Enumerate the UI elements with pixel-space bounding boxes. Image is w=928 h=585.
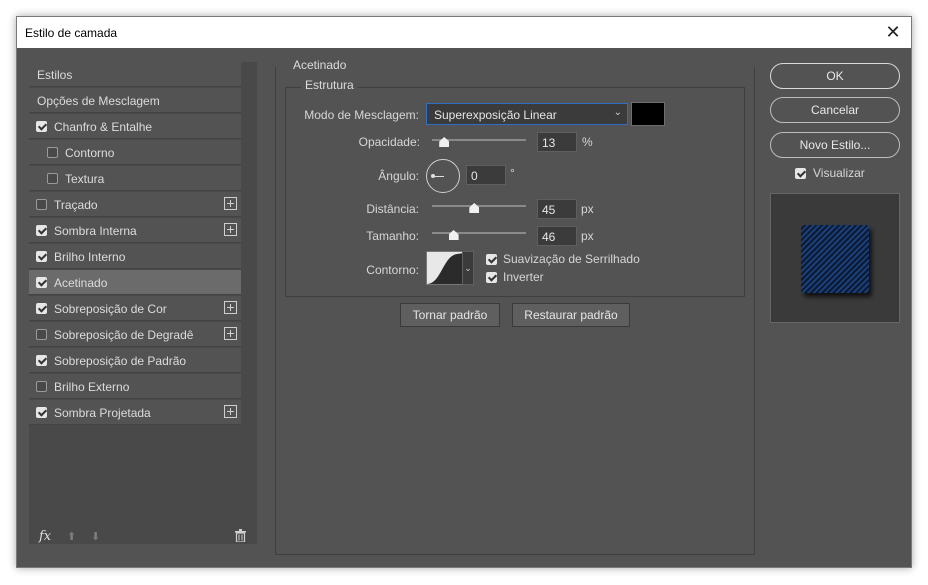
- cancel-button[interactable]: Cancelar: [770, 97, 900, 123]
- sidebar-item[interactable]: Textura: [29, 166, 241, 191]
- sidebar-item-label: Chanfro & Entalhe: [54, 120, 153, 134]
- distance-value: 45: [542, 203, 556, 217]
- contour-dropdown-icon[interactable]: ⌄: [462, 251, 474, 285]
- angle-value: 0: [471, 169, 478, 183]
- invert-checkbox[interactable]: [486, 272, 497, 283]
- distance-input[interactable]: 45: [537, 199, 577, 219]
- new-style-button[interactable]: Novo Estilo...: [770, 132, 900, 158]
- styles-footer: fx ⬆ ⬇: [29, 527, 257, 547]
- sidebar-item-label: Sombra Projetada: [54, 406, 151, 420]
- style-checkbox[interactable]: [47, 173, 58, 184]
- size-value: 46: [542, 230, 556, 244]
- blend-mode-select[interactable]: Superexposição Linear ⌄: [426, 103, 628, 125]
- sidebar-item[interactable]: Sobreposição de Padrão: [29, 348, 241, 373]
- add-icon[interactable]: [224, 301, 237, 314]
- section-title: Acetinado: [289, 58, 351, 72]
- add-icon[interactable]: [224, 197, 237, 210]
- make-default-button[interactable]: Tornar padrão: [400, 303, 500, 327]
- styles-scroll-track[interactable]: [241, 62, 257, 544]
- sidebar-item[interactable]: Estilos: [29, 62, 241, 87]
- ok-button[interactable]: OK: [770, 63, 900, 89]
- preview-swatch: [801, 225, 869, 293]
- sidebar-item-label: Traçado: [54, 198, 98, 212]
- size-label: Tamanho:: [366, 229, 419, 243]
- opacity-slider[interactable]: [432, 139, 526, 141]
- title-bar: Estilo de camada ✕: [17, 17, 911, 48]
- opacity-input[interactable]: 13: [537, 132, 577, 152]
- sidebar-item-label: Sobreposição de Cor: [54, 302, 167, 316]
- sidebar-item[interactable]: Sobreposição de Degradê: [29, 322, 241, 347]
- style-checkbox[interactable]: [36, 407, 47, 418]
- style-checkbox[interactable]: [36, 277, 47, 288]
- style-checkbox[interactable]: [36, 381, 47, 392]
- sidebar-item-label: Acetinado: [54, 276, 108, 290]
- sidebar-item[interactable]: Chanfro & Entalhe: [29, 114, 241, 139]
- move-up-icon[interactable]: ⬆: [67, 530, 76, 543]
- opacity-label: Opacidade:: [358, 135, 420, 149]
- distance-label: Distância:: [366, 202, 419, 216]
- blend-mode-value: Superexposição Linear: [434, 108, 557, 122]
- add-icon[interactable]: [224, 223, 237, 236]
- angle-label: Ângulo:: [378, 169, 419, 183]
- angle-input[interactable]: 0: [466, 165, 506, 185]
- sidebar-item[interactable]: Brilho Interno: [29, 244, 241, 269]
- blend-mode-label: Modo de Mesclagem:: [304, 108, 419, 122]
- blend-color-swatch[interactable]: [631, 102, 665, 126]
- angle-unit: °: [510, 166, 515, 180]
- angle-dial[interactable]: [426, 159, 460, 193]
- move-down-icon[interactable]: ⬇: [91, 530, 100, 543]
- sidebar-item[interactable]: Sombra Interna: [29, 218, 241, 243]
- invert-label: Inverter: [503, 270, 544, 284]
- style-checkbox[interactable]: [36, 225, 47, 236]
- reset-default-button[interactable]: Restaurar padrão: [512, 303, 630, 327]
- style-checkbox[interactable]: [36, 121, 47, 132]
- sidebar-item-label: Sombra Interna: [54, 224, 137, 238]
- distance-slider[interactable]: [432, 205, 526, 207]
- close-icon[interactable]: ✕: [881, 20, 905, 44]
- sidebar-item[interactable]: Contorno: [29, 140, 241, 165]
- sidebar-item-label: Brilho Interno: [54, 250, 126, 264]
- size-input[interactable]: 46: [537, 226, 577, 246]
- sidebar-item-label: Opções de Mesclagem: [37, 94, 160, 108]
- antialias-label: Suavização de Serrilhado: [503, 252, 640, 266]
- opacity-value: 13: [542, 136, 556, 150]
- sidebar-item-label: Sobreposição de Padrão: [54, 354, 187, 368]
- sidebar-item[interactable]: Opções de Mesclagem: [29, 88, 241, 113]
- trash-icon[interactable]: [235, 529, 246, 545]
- sidebar-item[interactable]: Acetinado: [29, 270, 241, 295]
- add-icon[interactable]: [224, 327, 237, 340]
- style-preview: [770, 193, 900, 323]
- sidebar-item-label: Textura: [65, 172, 105, 186]
- sidebar-item[interactable]: Sombra Projetada: [29, 400, 241, 425]
- distance-unit: px: [581, 202, 594, 216]
- style-checkbox[interactable]: [36, 329, 47, 340]
- chevron-down-icon: ⌄: [613, 107, 622, 118]
- layer-style-dialog: Estilo de camada ✕ Estilos Opções de Mesc…: [16, 16, 912, 568]
- contour-label: Contorno:: [366, 263, 419, 277]
- styles-panel: Estilos Opções de Mesclagem Chanfro & Enta…: [29, 62, 257, 544]
- sidebar-item-label: Estilos: [37, 68, 73, 82]
- sidebar-item-label: Brilho Externo: [54, 380, 130, 394]
- style-checkbox[interactable]: [36, 355, 47, 366]
- fx-icon[interactable]: fx: [39, 529, 51, 544]
- preview-label: Visualizar: [813, 166, 865, 180]
- sidebar-item[interactable]: Sobreposição de Cor: [29, 296, 241, 321]
- add-icon[interactable]: [224, 405, 237, 418]
- dialog-title: Estilo de camada: [25, 26, 118, 40]
- style-checkbox[interactable]: [47, 147, 58, 158]
- angle-dial-dot: [431, 174, 435, 178]
- style-checkbox[interactable]: [36, 303, 47, 314]
- structure-title: Estrutura: [301, 78, 358, 92]
- sidebar-item-label: Contorno: [65, 146, 115, 160]
- preview-checkbox[interactable]: [795, 168, 806, 179]
- sidebar-item-label: Sobreposição de Degradê: [54, 328, 194, 342]
- style-checkbox[interactable]: [36, 199, 47, 210]
- antialias-checkbox[interactable]: [486, 254, 497, 265]
- size-slider[interactable]: [432, 232, 526, 234]
- opacity-unit: %: [582, 135, 593, 149]
- sidebar-item[interactable]: Traçado: [29, 192, 241, 217]
- sidebar-item[interactable]: Brilho Externo: [29, 374, 241, 399]
- style-checkbox[interactable]: [36, 251, 47, 262]
- size-unit: px: [581, 229, 594, 243]
